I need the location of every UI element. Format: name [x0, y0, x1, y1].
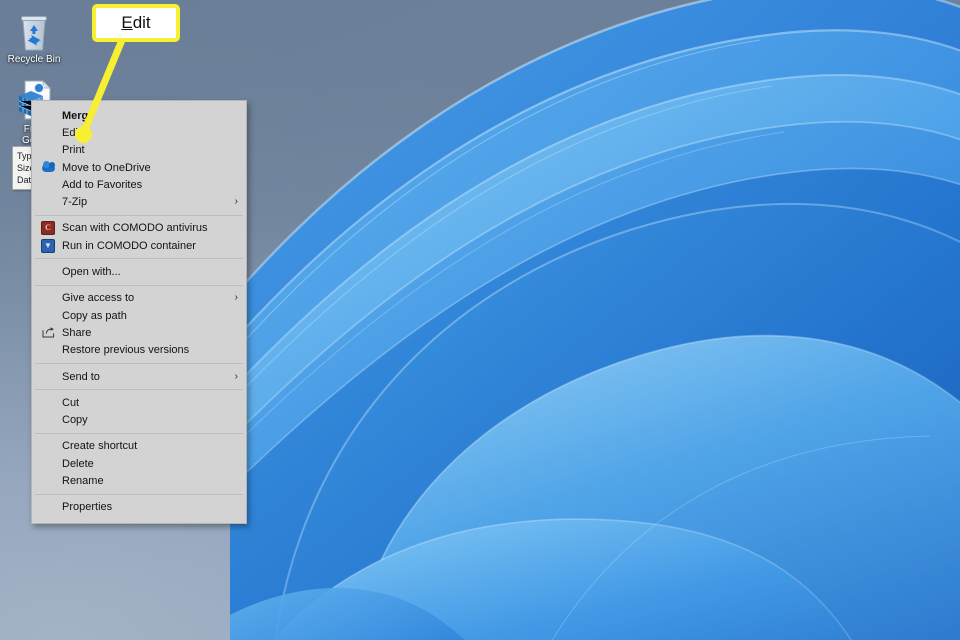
menu-item-label: Give access to	[62, 292, 135, 305]
menu-item-label: Properties	[62, 501, 113, 514]
menu-item-label: 7-Zip	[62, 196, 88, 209]
menu-item-edit[interactable]: Edit	[32, 124, 246, 141]
menu-item-label: Move to OneDrive	[62, 161, 151, 174]
onedrive-icon	[41, 160, 55, 175]
menu-item-label: Rename	[62, 474, 104, 487]
menu-item-send-to[interactable]: Send to ›	[32, 368, 246, 385]
menu-item-label: Cut	[62, 396, 80, 409]
desktop-icon-recycle-bin[interactable]: Recycle Bin	[0, 8, 71, 65]
menu-item-label: Send to	[62, 370, 100, 383]
desktop-icon-label-recycle-bin: Recycle Bin	[7, 54, 61, 65]
menu-item-label: Restore previous versions	[62, 344, 190, 357]
menu-item-label: Share	[62, 326, 92, 339]
menu-item-label: Delete	[62, 457, 94, 470]
menu-item-label: Create shortcut	[62, 440, 138, 453]
menu-item-label: Scan with COMODO antivirus	[62, 222, 208, 235]
menu-item-merge[interactable]: Merge	[32, 107, 246, 124]
recycle-bin-icon	[0, 8, 71, 52]
menu-item-properties[interactable]: Properties	[32, 499, 246, 516]
menu-item-copy-as-path[interactable]: Copy as path	[32, 307, 246, 324]
menu-item-print[interactable]: Print	[32, 142, 246, 159]
menu-item-label: Copy	[62, 414, 88, 427]
menu-item-label: Edit	[62, 126, 81, 139]
menu-item-label: Merge	[62, 109, 95, 122]
menu-item-restore-previous-versions[interactable]: Restore previous versions	[32, 342, 246, 359]
chevron-right-icon: ›	[234, 196, 238, 208]
menu-item-give-access-to[interactable]: Give access to ›	[32, 290, 246, 307]
menu-item-add-to-favorites[interactable]: Add to Favorites	[32, 176, 246, 193]
menu-item-label: Open with...	[62, 266, 121, 279]
menu-separator	[35, 214, 243, 216]
chevron-right-icon: ›	[234, 292, 238, 304]
menu-item-delete[interactable]: Delete	[32, 455, 246, 472]
file-context-menu[interactable]: Merge Edit Print Move to OneDrive Add to…	[31, 100, 247, 524]
menu-item-label: Run in COMODO container	[62, 239, 196, 252]
menu-separator	[35, 493, 243, 495]
desktop[interactable]: Recycle Bin Typ Size Dat Merge Edit Prin…	[0, 0, 960, 640]
menu-separator	[35, 362, 243, 364]
menu-separator	[35, 284, 243, 286]
menu-item-run-in-comodo-container[interactable]: ▼ Run in COMODO container	[32, 237, 246, 254]
menu-item-label: Copy as path	[62, 309, 127, 322]
menu-item-label: Add to Favorites	[62, 178, 143, 191]
comodo-antivirus-icon: C	[41, 221, 55, 236]
menu-item-create-shortcut[interactable]: Create shortcut	[32, 438, 246, 455]
menu-item-7-zip[interactable]: 7-Zip ›	[32, 193, 246, 210]
chevron-right-icon: ›	[234, 370, 238, 382]
wallpaper-bloom-artwork	[230, 0, 960, 640]
menu-item-copy[interactable]: Copy	[32, 411, 246, 428]
menu-separator	[35, 389, 243, 391]
menu-item-move-to-onedrive[interactable]: Move to OneDrive	[32, 159, 246, 176]
menu-separator	[35, 258, 243, 260]
menu-item-scan-with-comodo-antivirus[interactable]: C Scan with COMODO antivirus	[32, 220, 246, 237]
menu-item-cut[interactable]: Cut	[32, 394, 246, 411]
menu-item-share[interactable]: Share	[32, 324, 246, 341]
share-icon	[41, 326, 55, 340]
menu-item-open-with[interactable]: Open with...	[32, 263, 246, 280]
menu-item-label: Print	[62, 144, 85, 157]
comodo-container-icon: ▼	[41, 238, 55, 253]
menu-item-rename[interactable]: Rename	[32, 472, 246, 489]
menu-separator	[35, 432, 243, 434]
